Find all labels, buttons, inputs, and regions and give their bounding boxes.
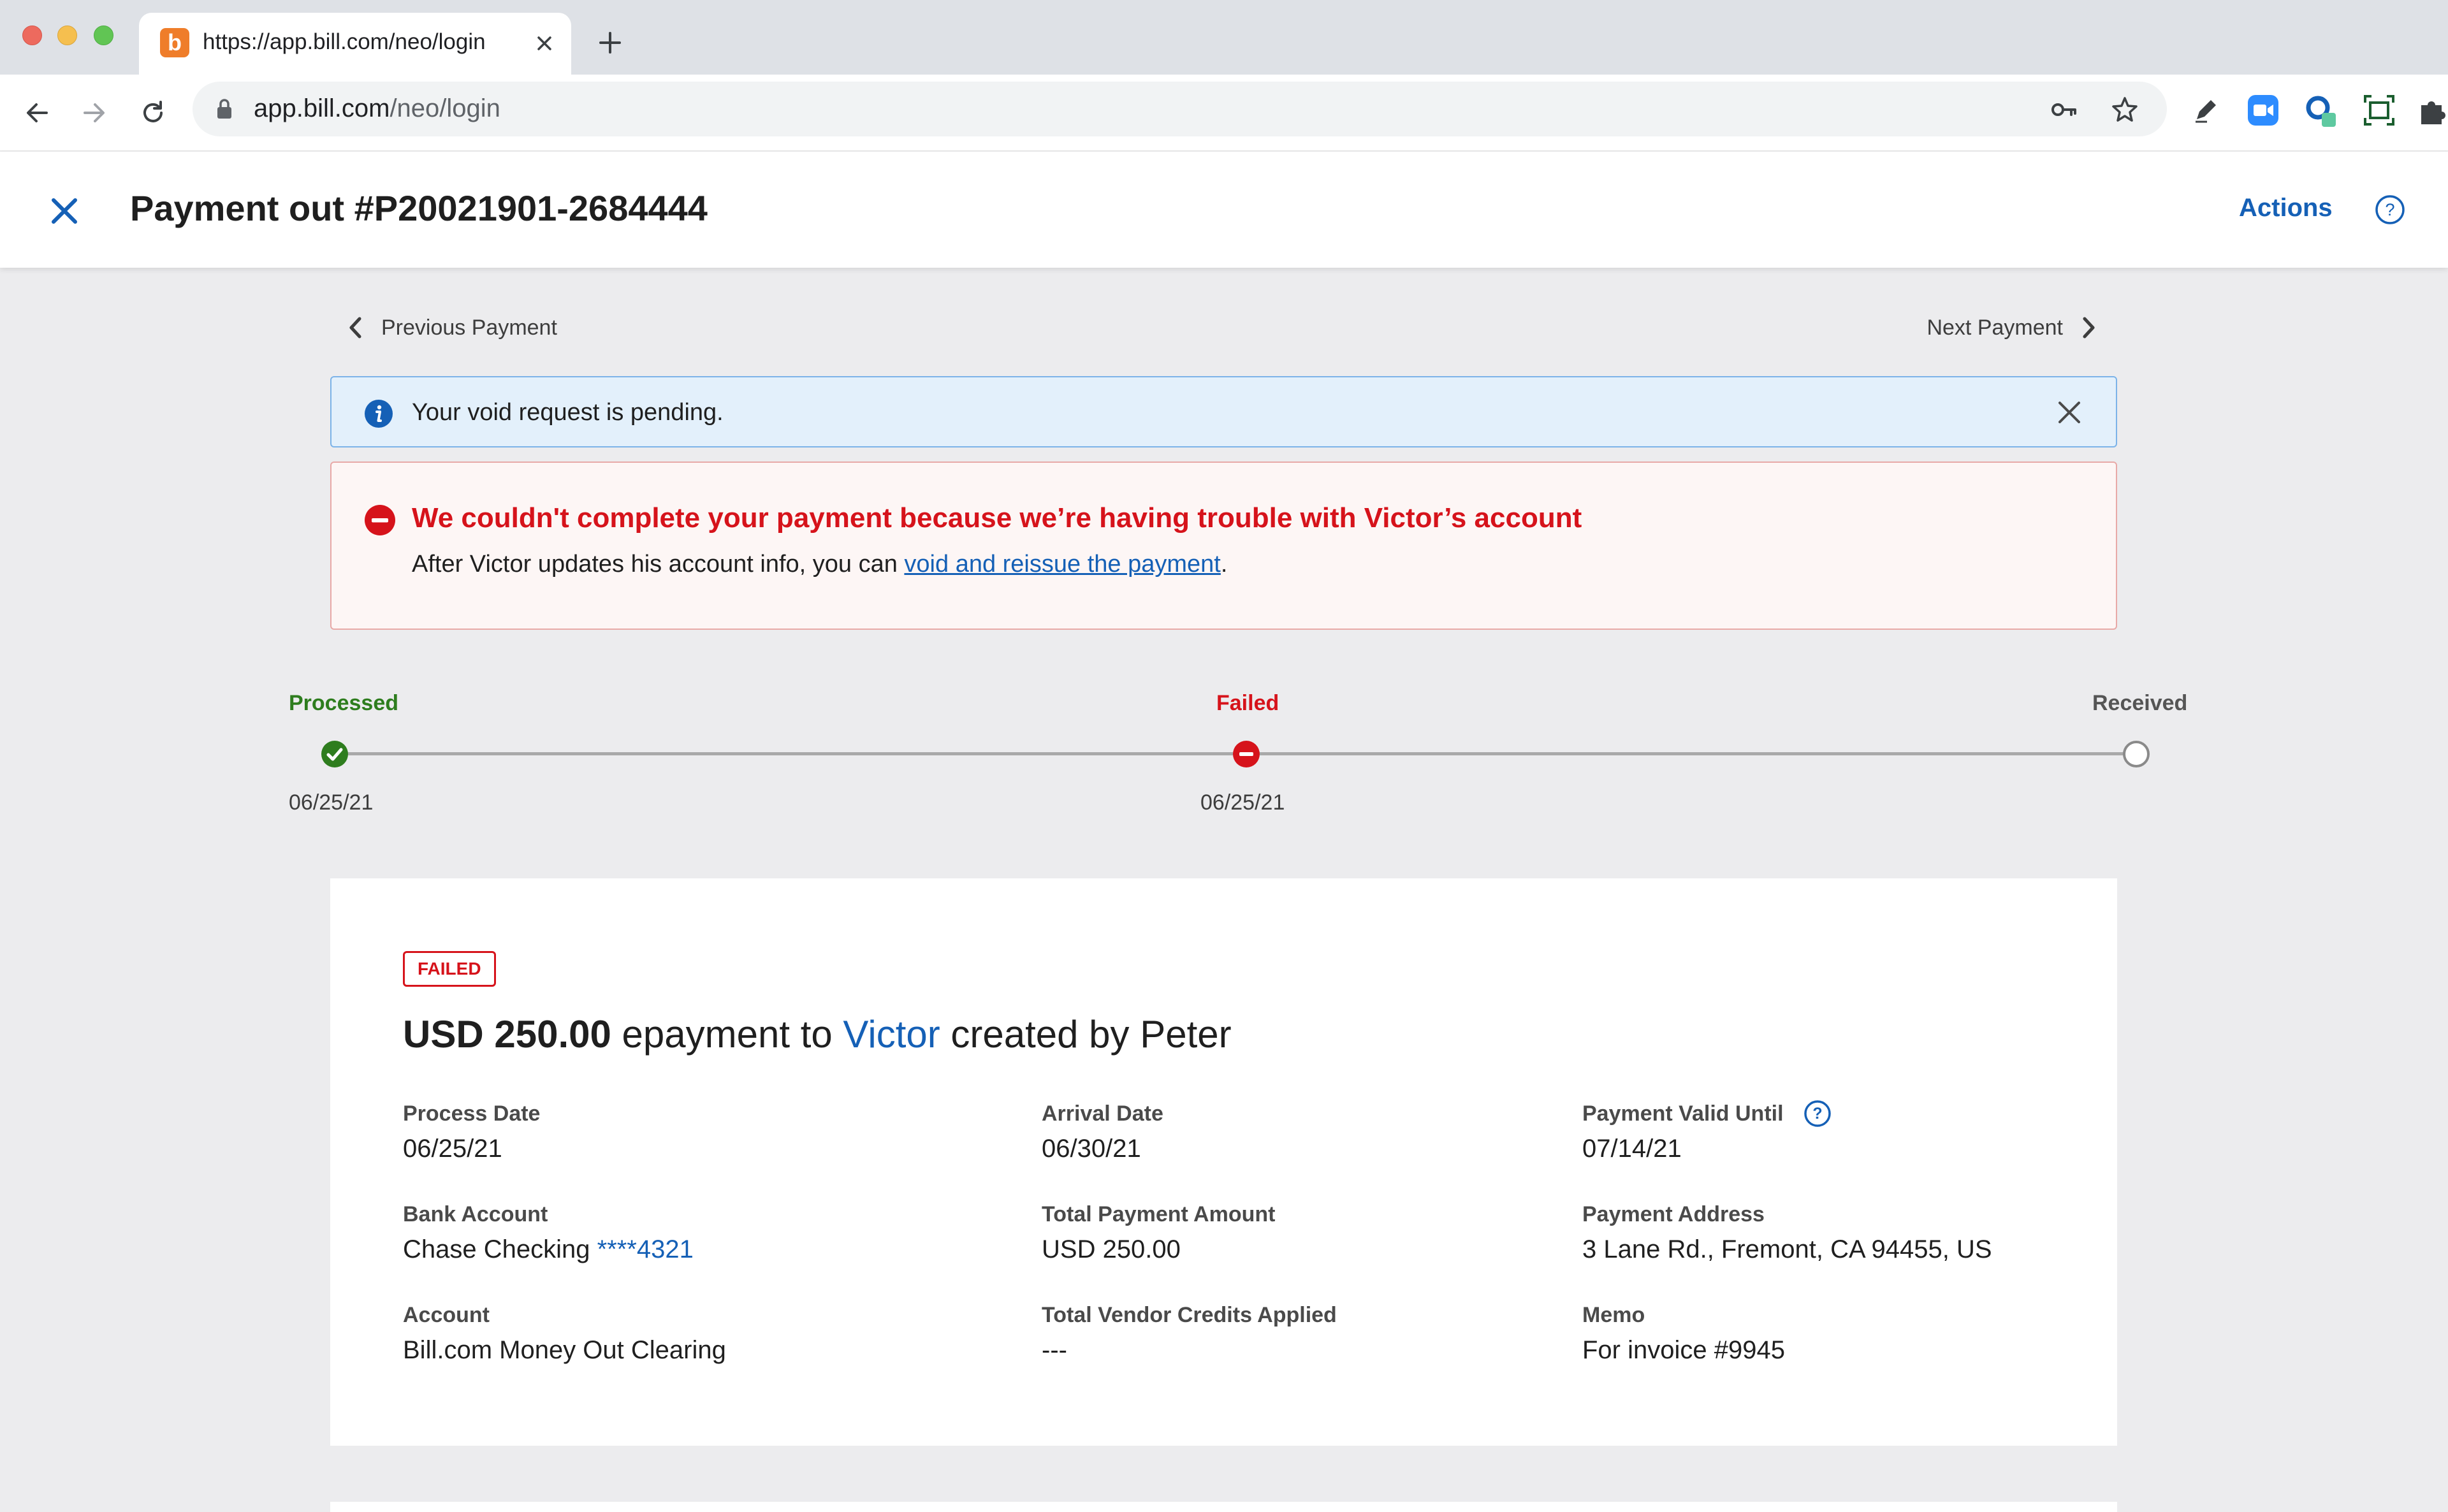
void-pending-banner: Your void request is pending. xyxy=(330,376,2117,447)
info-icon xyxy=(365,400,393,428)
timeline-label-failed: Failed xyxy=(1216,691,1279,715)
error-title: We couldn't complete your payment becaus… xyxy=(412,502,1582,534)
actions-button[interactable]: Actions xyxy=(2239,194,2333,222)
reload-icon xyxy=(143,101,163,122)
bank-account-number-link[interactable]: ****4321 xyxy=(597,1235,694,1263)
check-circle-icon xyxy=(321,741,348,767)
field-payment-valid-until: Payment Valid Until ? 07/14/21 xyxy=(1582,1099,1832,1163)
svg-text:?: ? xyxy=(2385,200,2394,219)
browser-tab[interactable]: b https://app.bill.com/neo/login xyxy=(139,13,571,75)
app-header: Payment out #P20021901-2684444 Actions ? xyxy=(0,152,2448,268)
vendor-link[interactable]: Victor xyxy=(843,1013,940,1056)
field-total-payment-amount: Total Payment Amount USD 250.00 xyxy=(1042,1202,1276,1264)
forward-arrow-icon xyxy=(84,103,105,122)
payment-error-banner: We couldn't complete your payment becaus… xyxy=(330,462,2117,630)
timeline-label-processed: Processed xyxy=(289,691,398,715)
field-payment-address: Payment Address 3 Lane Rd., Fremont, CA … xyxy=(1582,1202,1992,1264)
timeline-date-failed: 06/25/21 xyxy=(1200,790,1285,815)
new-tab-icon[interactable] xyxy=(594,27,626,59)
search-extension-icon[interactable] xyxy=(2303,92,2338,128)
close-icon[interactable] xyxy=(45,191,84,231)
status-badge: FAILED xyxy=(403,951,496,987)
password-key-icon[interactable] xyxy=(2048,94,2079,125)
window-minimize-button[interactable] xyxy=(57,25,77,45)
field-memo: Memo For invoice #9945 xyxy=(1582,1302,1785,1365)
payment-details-card: FAILED USD 250.00 epayment to Victor cre… xyxy=(330,878,2117,1446)
bill-favicon-icon: b xyxy=(160,28,189,57)
field-arrival-date: Arrival Date 06/30/21 xyxy=(1042,1101,1163,1163)
previous-payment-link[interactable]: Previous Payment xyxy=(347,315,557,340)
timeline-label-received: Received xyxy=(2092,691,2188,715)
tab-title: https://app.bill.com/neo/login xyxy=(203,29,486,54)
svg-text:?: ? xyxy=(1812,1105,1822,1123)
field-vendor-credits: Total Vendor Credits Applied --- xyxy=(1042,1302,1337,1365)
help-icon[interactable]: ? xyxy=(2374,194,2406,226)
field-account: Account Bill.com Money Out Clearing xyxy=(403,1302,726,1365)
bookmark-star-icon[interactable] xyxy=(2109,94,2140,125)
failed-minus-icon xyxy=(1233,741,1260,767)
chevron-left-icon xyxy=(349,317,361,338)
zoom-extension-icon[interactable] xyxy=(2245,92,2281,128)
window-zoom-button[interactable] xyxy=(94,25,113,45)
address-url[interactable]: app.bill.com/neo/login xyxy=(254,94,500,123)
previous-payment-label: Previous Payment xyxy=(381,315,557,340)
forward-button[interactable] xyxy=(73,91,116,134)
address-bar[interactable]: app.bill.com/neo/login xyxy=(193,82,2167,136)
pen-extension-icon[interactable] xyxy=(2188,92,2224,128)
page-title: Payment out #P20021901-2684444 xyxy=(130,188,708,228)
extensions-puzzle-icon[interactable] xyxy=(2416,92,2448,128)
chevron-right-icon xyxy=(2083,317,2095,338)
browser-tabstrip: b https://app.bill.com/neo/login xyxy=(0,0,2448,75)
browser-toolbar: app.bill.com/neo/login xyxy=(0,75,2448,151)
error-body: After Victor updates his account info, y… xyxy=(412,551,1228,578)
back-arrow-icon xyxy=(27,103,48,122)
tab-close-icon[interactable] xyxy=(532,31,557,56)
field-process-date: Process Date 06/25/21 xyxy=(403,1101,541,1163)
timeline-date-processed: 06/25/21 xyxy=(289,790,374,815)
void-reissue-link[interactable]: void and reissue the payment xyxy=(904,551,1220,578)
back-button[interactable] xyxy=(15,91,59,134)
lock-icon xyxy=(217,99,231,119)
next-payment-link[interactable]: Next Payment xyxy=(1927,315,2097,340)
void-pending-text: Your void request is pending. xyxy=(412,399,724,426)
dismiss-banner-icon[interactable] xyxy=(2053,396,2085,428)
pending-circle-icon xyxy=(2123,741,2150,767)
next-payment-label: Next Payment xyxy=(1927,315,2063,340)
field-bank-account: Bank Account Chase Checking ****4321 xyxy=(403,1202,694,1264)
help-icon[interactable]: ? xyxy=(1803,1099,1832,1128)
window-close-button[interactable] xyxy=(22,25,42,45)
payment-headline: USD 250.00 epayment to Victor created by… xyxy=(403,1013,1232,1056)
error-minus-icon xyxy=(365,505,395,535)
next-card-edge xyxy=(330,1502,2117,1512)
screenshot-extension-icon[interactable] xyxy=(2361,92,2397,128)
reload-button[interactable] xyxy=(131,91,175,134)
